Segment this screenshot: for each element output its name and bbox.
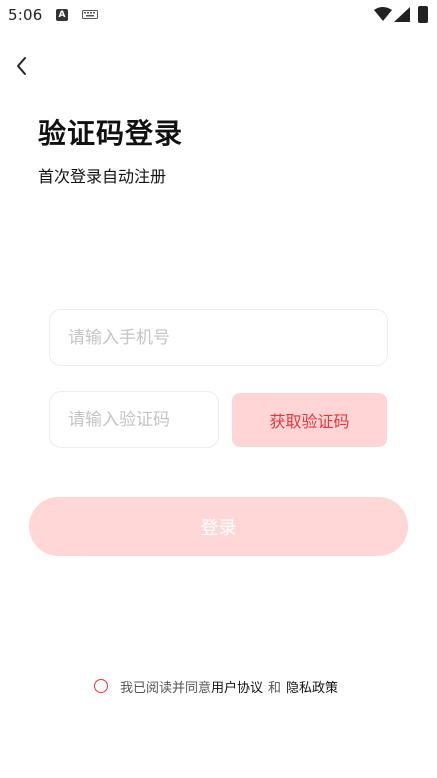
status-time: 5:06 xyxy=(8,6,43,24)
back-button[interactable] xyxy=(10,54,34,78)
login-button[interactable]: 登录 xyxy=(29,497,408,556)
wifi-icon xyxy=(374,7,392,21)
signal-icon xyxy=(394,7,410,22)
page-title: 验证码登录 xyxy=(38,117,184,150)
agreement-prefix: 我已阅读并同意 xyxy=(120,680,212,696)
privacy-policy-link[interactable]: 隐私政策 xyxy=(286,677,338,696)
page-subtitle: 首次登录自动注册 xyxy=(38,167,167,186)
notification-a-icon: A xyxy=(56,9,68,21)
user-agreement-link[interactable]: 用户协议 xyxy=(211,677,263,696)
chevron-left-icon xyxy=(17,57,26,75)
agree-checkbox[interactable] xyxy=(94,679,108,693)
keyboard-icon xyxy=(82,10,98,19)
status-bar: 5:06 A xyxy=(0,0,437,32)
agreement-and: 和 xyxy=(268,680,282,696)
verification-code-input[interactable] xyxy=(49,391,219,448)
phone-input[interactable] xyxy=(49,309,388,366)
get-code-button[interactable]: 获取验证码 xyxy=(232,393,387,447)
agreement-row: 我已阅读并同意 用户协议 和 隐私政策 xyxy=(94,676,338,696)
battery-icon xyxy=(418,6,428,23)
